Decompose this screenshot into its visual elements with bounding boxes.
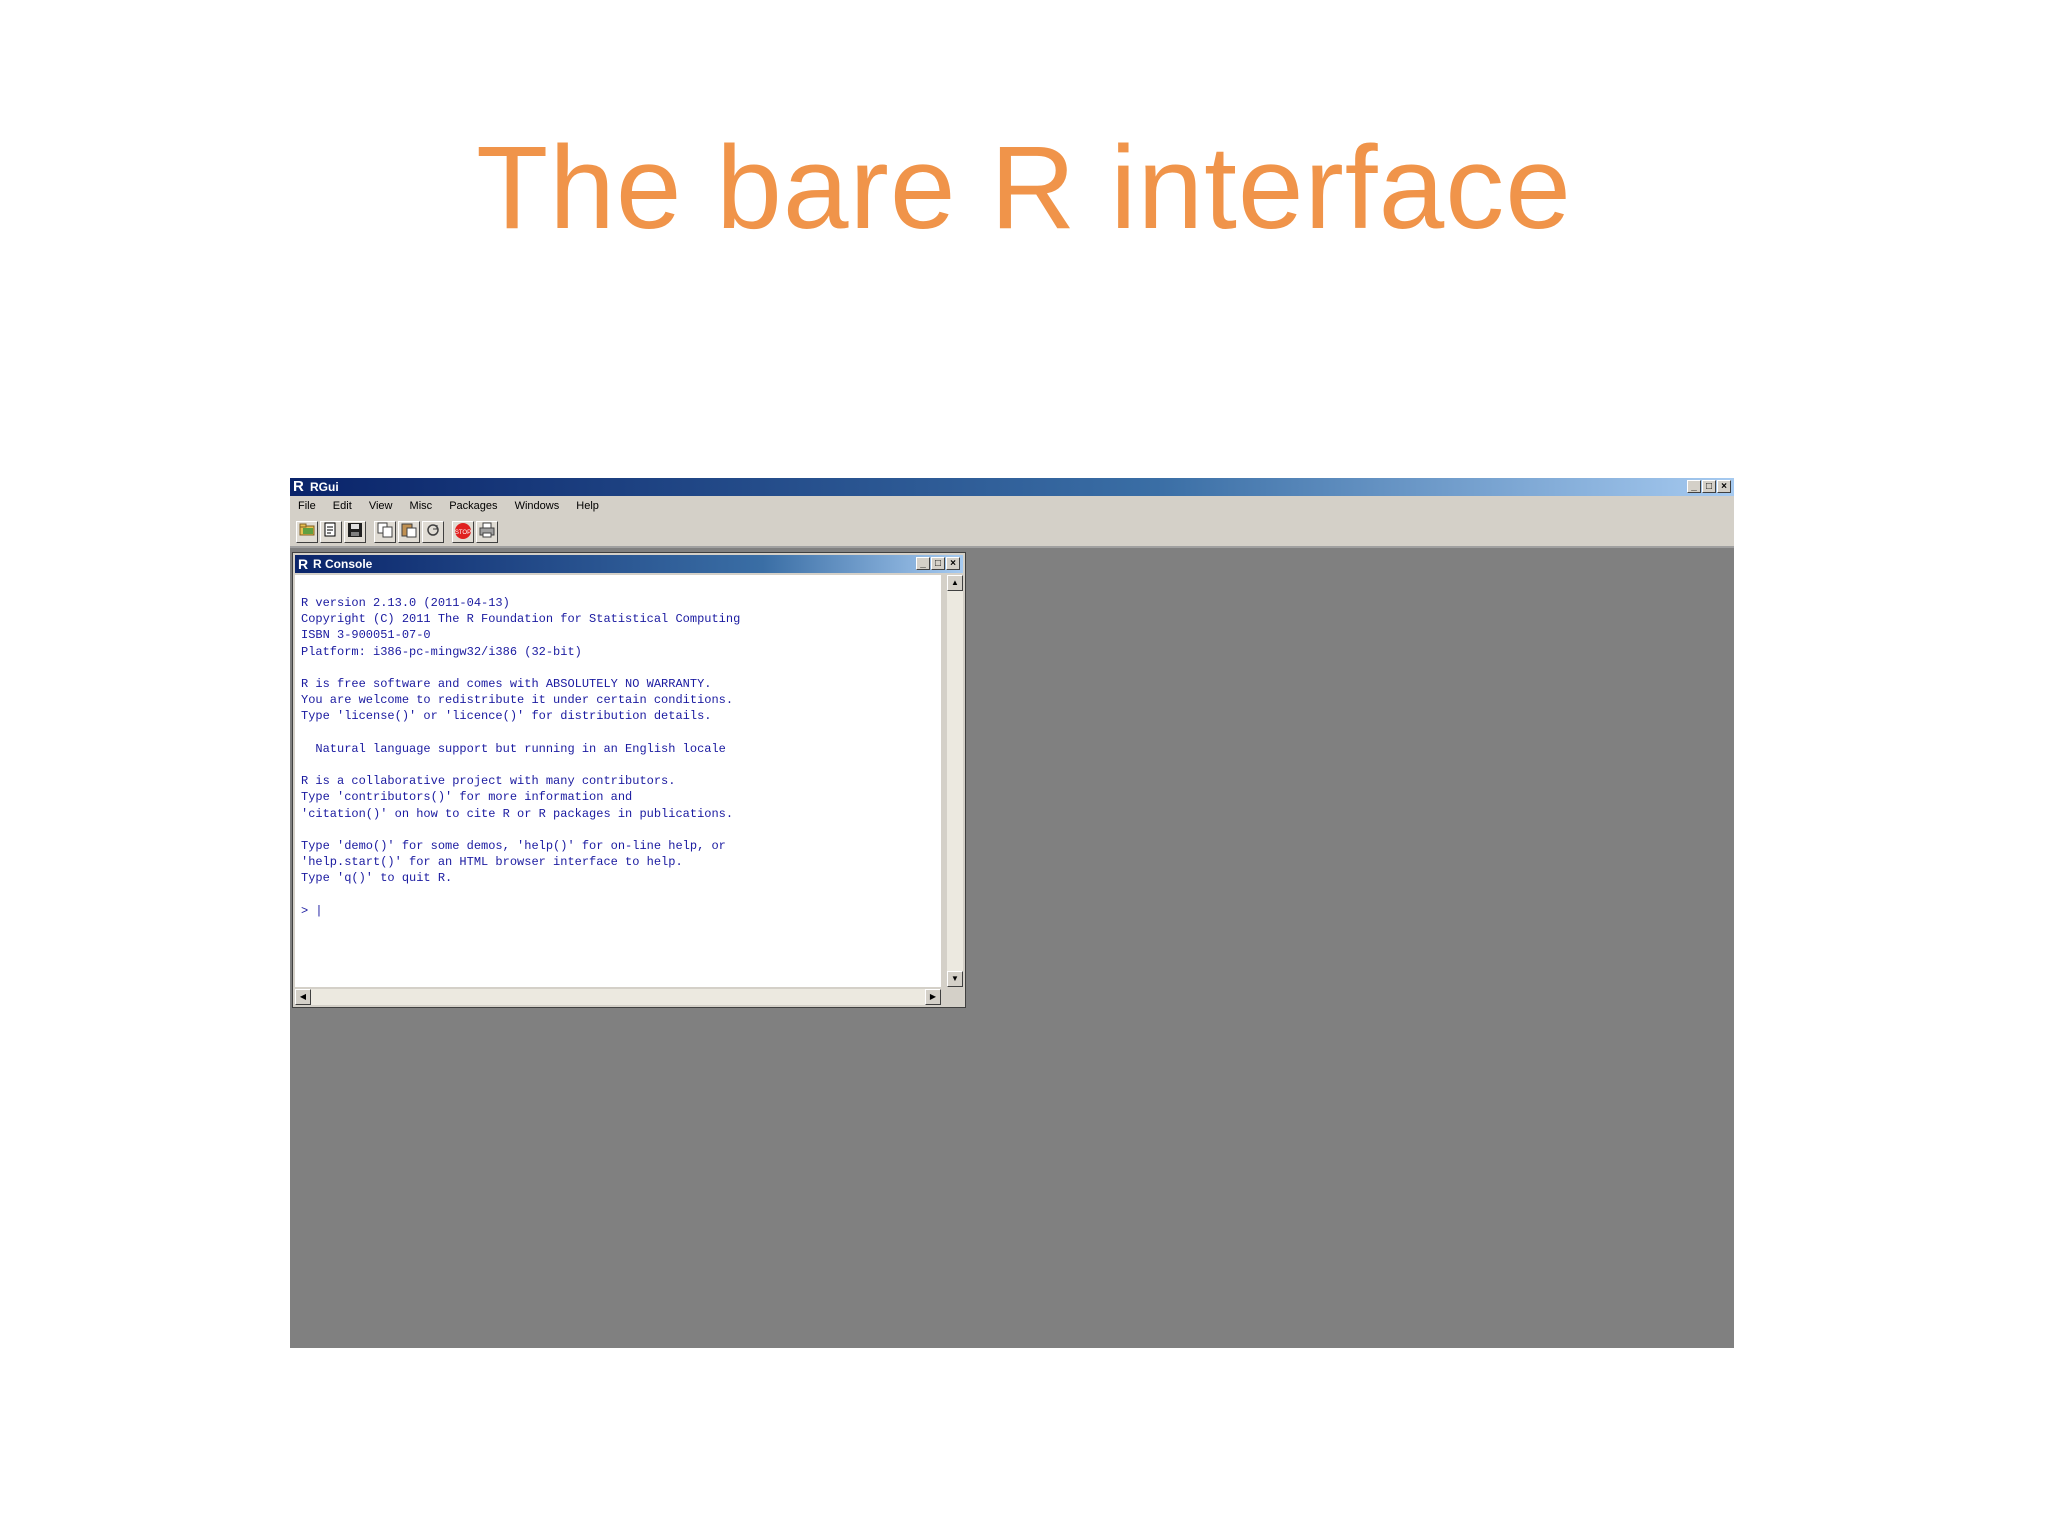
r-console-window: R R Console _ □ × R version 2.13.0 (2011… xyxy=(292,552,966,1008)
r-logo-icon: R xyxy=(293,478,304,495)
rgui-window: R RGui _ □ × File Edit View Misc Package… xyxy=(290,478,1734,1348)
menu-windows[interactable]: Windows xyxy=(515,500,560,512)
scroll-left-icon[interactable]: ◀ xyxy=(295,989,311,1005)
minimize-button[interactable]: _ xyxy=(1687,480,1701,493)
r-logo-icon: R xyxy=(298,556,309,572)
horizontal-scrollbar[interactable]: ◀ ▶ xyxy=(295,989,941,1005)
console-title: R Console xyxy=(313,557,373,571)
load-workspace-icon[interactable] xyxy=(320,521,342,543)
paste-icon[interactable] xyxy=(398,521,420,543)
console-titlebar[interactable]: R R Console _ □ × xyxy=(295,555,963,573)
save-workspace-icon[interactable] xyxy=(344,521,366,543)
scroll-down-icon[interactable]: ▼ xyxy=(947,971,963,987)
console-text[interactable]: R version 2.13.0 (2011-04-13) Copyright … xyxy=(295,575,941,919)
menu-misc[interactable]: Misc xyxy=(410,500,433,512)
console-minimize-button[interactable]: _ xyxy=(916,557,930,570)
menu-packages[interactable]: Packages xyxy=(449,500,497,512)
scroll-up-icon[interactable]: ▲ xyxy=(947,575,963,591)
rgui-window-controls: _ □ × xyxy=(1687,480,1731,493)
rgui-title: RGui xyxy=(310,480,339,494)
console-close-button[interactable]: × xyxy=(946,557,960,570)
copy-icon[interactable] xyxy=(374,521,396,543)
close-button[interactable]: × xyxy=(1717,480,1731,493)
toolbar: STOP xyxy=(290,516,1734,548)
open-script-icon[interactable] xyxy=(296,521,318,543)
rgui-titlebar[interactable]: R RGui _ □ × xyxy=(290,478,1734,496)
stop-icon[interactable]: STOP xyxy=(452,521,474,543)
console-window-controls: _ □ × xyxy=(916,557,960,570)
menu-file[interactable]: File xyxy=(298,500,316,512)
menu-view[interactable]: View xyxy=(369,500,393,512)
menubar: File Edit View Misc Packages Windows Hel… xyxy=(290,496,1734,516)
print-icon[interactable] xyxy=(476,521,498,543)
vertical-scrollbar[interactable]: ▲ ▼ xyxy=(947,575,963,987)
console-output[interactable]: R version 2.13.0 (2011-04-13) Copyright … xyxy=(295,575,941,987)
scroll-right-icon[interactable]: ▶ xyxy=(925,989,941,1005)
slide-title: The bare R interface xyxy=(476,122,1572,254)
menu-edit[interactable]: Edit xyxy=(333,500,352,512)
svg-text:STOP: STOP xyxy=(455,530,471,536)
copy-paste-icon[interactable] xyxy=(422,521,444,543)
restore-button[interactable]: □ xyxy=(1702,480,1716,493)
menu-help[interactable]: Help xyxy=(576,500,599,512)
console-maximize-button[interactable]: □ xyxy=(931,557,945,570)
